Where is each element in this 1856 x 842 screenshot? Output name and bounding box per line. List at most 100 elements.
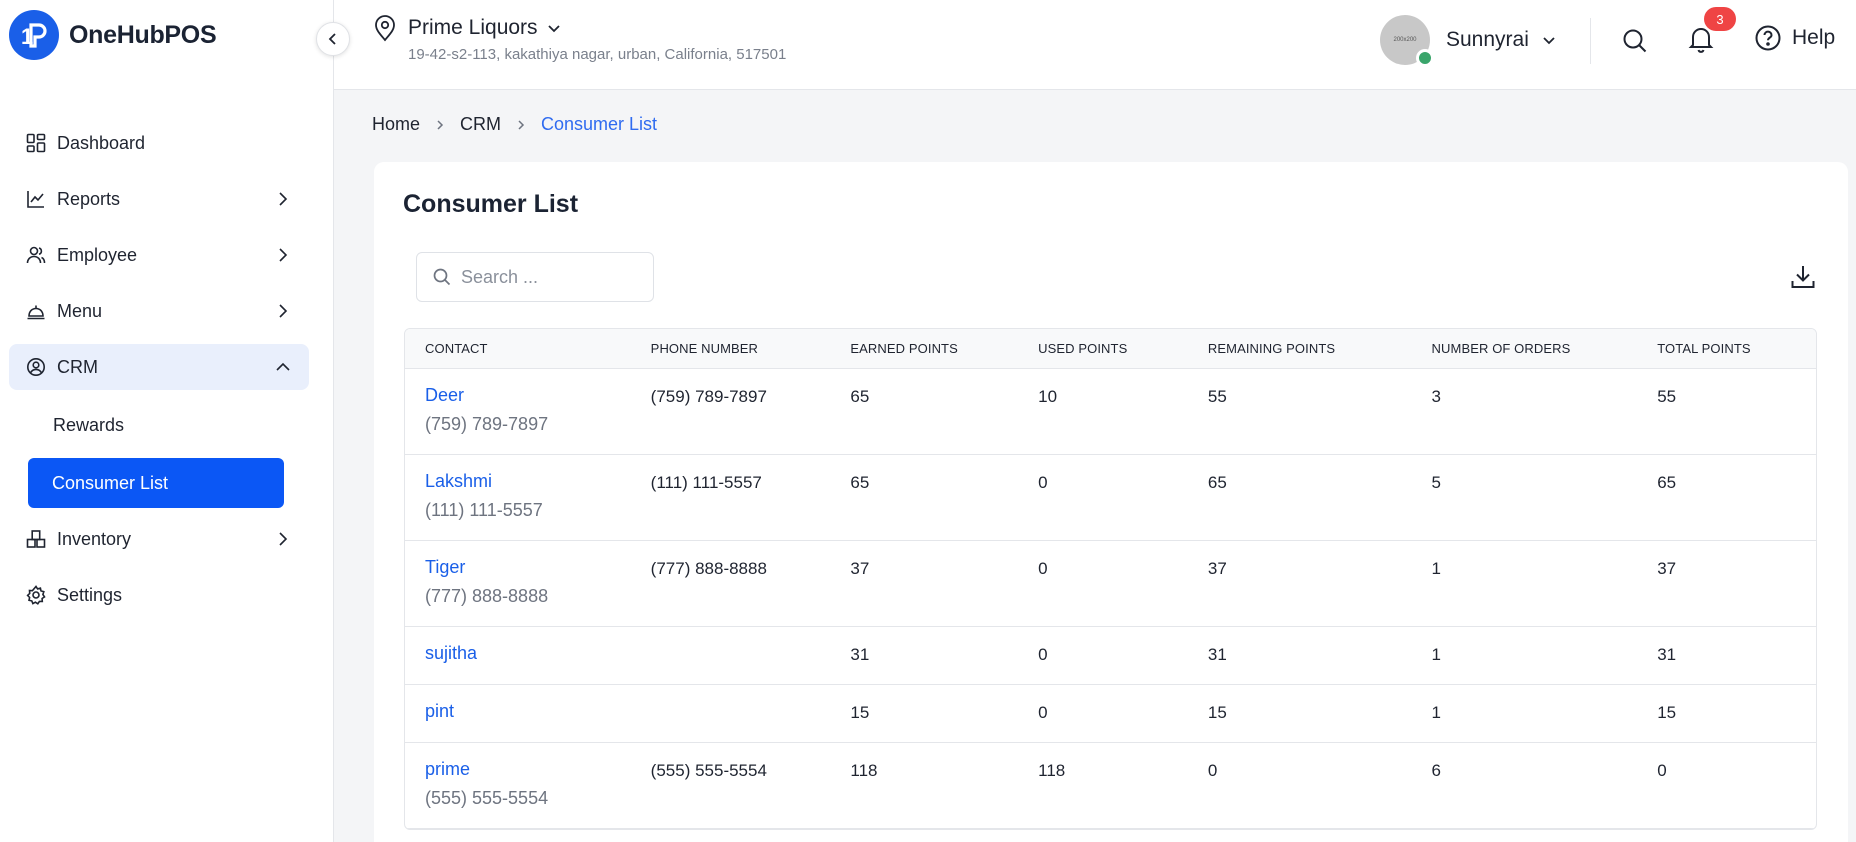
total-points-cell: 0 [1657,761,1667,780]
contact-phone: (555) 555-5554 [425,788,549,808]
chevron-right-icon [279,248,288,262]
contact-cell: pint [405,685,651,742]
total-points-cell: 37 [1657,559,1677,578]
employee-users-icon [23,242,49,268]
download-icon [1791,266,1815,288]
breadcrumb-current: Consumer List [541,114,658,134]
sidebar-item-label: CRM [57,356,98,377]
consumer-table: CONTACT PHONE NUMBER EARNED POINTS USED … [404,328,1817,830]
phone-cell: (111) 111-5557 [650,473,762,492]
search-icon [1623,29,1647,53]
menu-cloche-icon [23,298,49,324]
table-row[interactable]: prime (555) 555-5554 (555) 555-5554 118 … [405,743,1816,829]
phone-cell: (777) 888-8888 [650,559,767,578]
remaining-points-cell: 0 [1207,761,1218,780]
chevron-left-icon [328,33,336,45]
collapse-sidebar-button[interactable] [316,22,350,56]
earned-points-cell: 65 [850,387,870,406]
contact-name-link[interactable]: Deer [425,385,651,406]
chevron-right-icon [279,532,288,546]
earned-points-cell: 37 [850,559,870,578]
contact-name-link[interactable]: sujitha [425,643,651,664]
phone-cell [651,627,851,684]
sidebar-item-menu[interactable]: Menu [9,288,309,334]
contact-name-link[interactable]: Tiger [425,557,651,578]
sidebar-item-crm[interactable]: CRM [9,344,309,390]
breadcrumb-separator-icon [515,119,527,131]
top-header: Prime Liquors 19-42-s2-113, kakathiya na… [316,0,1856,90]
user-menu[interactable]: 200x200 Sunnyrai [1380,15,1557,67]
store-name: Prime Liquors [408,16,538,39]
breadcrumb: Home CRM Consumer List [372,114,657,135]
phone-cell: (759) 789-7897 [650,387,767,406]
contact-cell: Deer (759) 789-7897 [405,369,651,454]
sidebar-subitem-rewards[interactable]: Rewards [9,400,309,450]
total-points-cell: 15 [1657,703,1677,722]
remaining-points-cell: 15 [1207,703,1227,722]
breadcrumb-home[interactable]: Home [372,114,420,135]
sidebar-item-reports[interactable]: Reports [9,176,309,222]
orders-cell: 1 [1431,703,1442,722]
dashboard-icon [23,130,49,156]
column-header-contact[interactable]: CONTACT [405,341,651,356]
table-row[interactable]: Deer (759) 789-7897 (759) 789-7897 65 10… [405,369,1816,455]
consumer-list-card: Consumer List CONTACT PHONE NUMBER EARNE… [374,162,1848,842]
search-box[interactable] [416,252,654,302]
crm-icon [23,354,49,380]
column-header-total-points[interactable]: TOTAL POINTS [1657,341,1816,356]
inventory-boxes-icon [23,526,49,552]
store-selector[interactable]: Prime Liquors 19-42-s2-113, kakathiya na… [372,14,786,63]
table-header: CONTACT PHONE NUMBER EARNED POINTS USED … [405,329,1816,369]
used-points-cell: 0 [1038,645,1048,664]
onehubpos-logo-icon: 1 [9,10,59,60]
page-title: Consumer List [403,190,579,218]
earned-points-cell: 118 [850,761,878,780]
sidebar-item-inventory[interactable]: Inventory [9,516,309,562]
sidebar: 1 OneHubPOS Dashboard Reports Employee M… [0,0,334,842]
table-row[interactable]: pint 15 0 15 1 15 [405,685,1816,743]
breadcrumb-crm[interactable]: CRM [460,114,501,135]
sidebar-item-employee[interactable]: Employee [9,232,309,278]
earned-points-cell: 31 [850,645,870,664]
column-header-phone[interactable]: PHONE NUMBER [651,341,851,356]
table-row[interactable]: Lakshmi (111) 111-5557 (111) 111-5557 65… [405,455,1816,541]
column-header-earned-points[interactable]: EARNED POINTS [850,341,1038,356]
used-points-cell: 0 [1038,473,1048,492]
total-points-cell: 31 [1657,645,1677,664]
sidebar-item-label: Inventory [57,528,132,549]
chevron-down-icon [1543,37,1555,45]
sidebar-subitem-consumer-list[interactable]: Consumer List [28,458,284,508]
chevron-right-icon [279,192,288,206]
remaining-points-cell: 55 [1207,387,1227,406]
table-row[interactable]: sujitha 31 0 31 1 31 [405,627,1816,685]
used-points-cell: 118 [1038,761,1066,780]
sidebar-item-label: Dashboard [57,132,146,153]
contact-cell: Lakshmi (111) 111-5557 [405,455,651,540]
sidebar-item-dashboard[interactable]: Dashboard [9,120,309,166]
column-header-remaining-points[interactable]: REMAINING POINTS [1208,341,1432,356]
contact-cell: sujitha [405,627,651,684]
brand[interactable]: 1 OneHubPOS [9,10,217,60]
search-input[interactable] [461,266,641,288]
total-points-cell: 65 [1657,473,1677,492]
contact-name-link[interactable]: prime [425,759,651,780]
sidebar-item-label: Settings [57,584,123,605]
contact-phone: (111) 111-5557 [425,500,543,520]
sidebar-item-label: Reports [57,188,121,209]
search-button[interactable] [1620,26,1650,56]
column-header-used-points[interactable]: USED POINTS [1038,341,1208,356]
remaining-points-cell: 65 [1207,473,1227,492]
help-button[interactable]: Help [1754,24,1835,52]
remaining-points-cell: 31 [1207,645,1227,664]
earned-points-cell: 15 [850,703,870,722]
brand-name: OneHubPOS [69,20,217,49]
column-header-number-of-orders[interactable]: NUMBER OF ORDERS [1432,341,1658,356]
download-button[interactable] [1786,260,1820,294]
contact-name-link[interactable]: Lakshmi [425,471,651,492]
table-row[interactable]: Tiger (777) 888-8888 (777) 888-8888 37 0… [405,541,1816,627]
used-points-cell: 0 [1038,559,1048,578]
contact-name-link[interactable]: pint [425,701,651,722]
sidebar-item-settings[interactable]: Settings [9,572,309,618]
orders-cell: 1 [1431,559,1442,578]
search-icon [433,268,451,286]
